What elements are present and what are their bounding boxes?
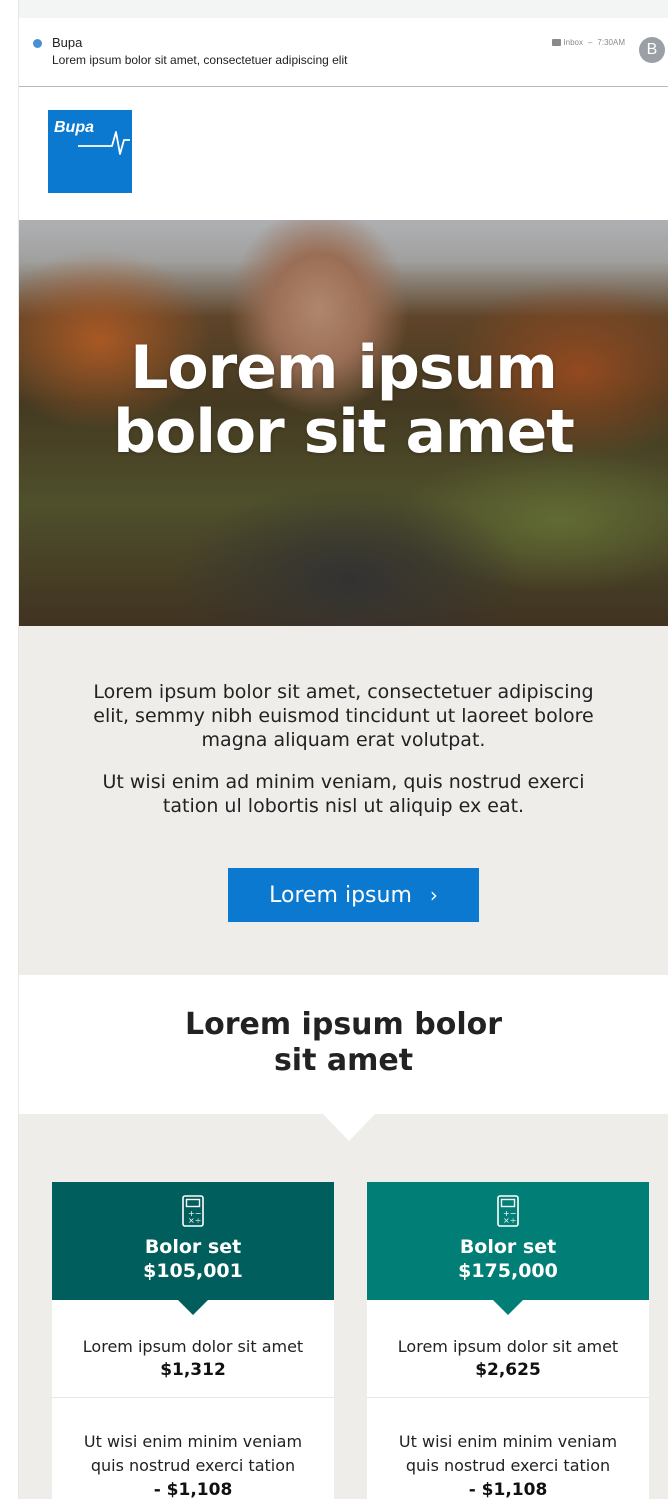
plan-card-row: Lorem ipsum dolor sit amet $1,312 bbox=[52, 1318, 334, 1398]
cta-button[interactable]: Lorem ipsum › bbox=[228, 868, 479, 922]
top-strip bbox=[0, 0, 668, 18]
plan-row-label: Ut wisi enim minim veniam quis nostrud e… bbox=[83, 1432, 303, 1475]
hero-banner: Lorem ipsum bolor sit amet bbox=[19, 220, 668, 626]
intro-paragraph-2: Ut wisi enim ad minim veniam, quis nostr… bbox=[102, 771, 585, 817]
sender-name: Bupa bbox=[52, 35, 83, 50]
chevron-right-icon: › bbox=[429, 883, 438, 907]
plan-card-notch bbox=[493, 1300, 523, 1315]
email-subject: Lorem ipsum bolor sit amet, consectetuer… bbox=[52, 53, 348, 67]
plan-row-value: $1,312 bbox=[160, 1360, 226, 1380]
plan-row-value: - $1,108 bbox=[468, 1480, 548, 1499]
section-heading-line2: sit amet bbox=[273, 1043, 414, 1078]
plan-card-row: Ut wisi enim minim veniam quis nostrud e… bbox=[367, 1398, 649, 1499]
bupa-logo[interactable]: Bupa bbox=[48, 110, 132, 193]
svg-text:×÷: ×÷ bbox=[188, 1216, 201, 1225]
hero-title-line2: bolor sit amet bbox=[113, 397, 575, 467]
section-heading-block: Lorem ipsum bolor sit amet bbox=[19, 975, 668, 1114]
plan-card-title: Bolor set bbox=[459, 1236, 557, 1258]
email-header[interactable]: Bupa Lorem ipsum bolor sit amet, consect… bbox=[19, 18, 668, 87]
cta-label: Lorem ipsum bbox=[269, 882, 412, 908]
plan-card-row: Lorem ipsum dolor sit amet $2,625 bbox=[367, 1318, 649, 1398]
section-heading-line1: Lorem ipsum bolor bbox=[184, 1007, 503, 1042]
unread-indicator bbox=[33, 39, 42, 48]
plan-card-header: +− ×÷ Bolor set $175,000 bbox=[367, 1182, 649, 1300]
plan-card-notch bbox=[178, 1300, 208, 1315]
plan-row-label: Lorem ipsum dolor sit amet bbox=[82, 1337, 304, 1356]
cards-section: +− ×÷ Bolor set $105,001 Lorem ipsum dol… bbox=[19, 1114, 668, 1499]
heartbeat-icon bbox=[78, 131, 130, 155]
logo-area: Bupa bbox=[19, 88, 668, 220]
svg-text:×÷: ×÷ bbox=[503, 1216, 516, 1225]
plan-card-amount: $175,000 bbox=[458, 1260, 558, 1282]
calculator-icon: +− ×÷ bbox=[497, 1195, 519, 1227]
section-heading: Lorem ipsum bolor sit amet bbox=[19, 1007, 668, 1079]
intro-paragraph-1: Lorem ipsum bolor sit amet, consectetuer… bbox=[93, 681, 594, 751]
plan-card-header: +− ×÷ Bolor set $105,001 bbox=[52, 1182, 334, 1300]
email-meta: Inbox – 7:30AM bbox=[552, 38, 625, 47]
email-viewer: Bupa Lorem ipsum bolor sit amet, consect… bbox=[0, 0, 668, 1499]
intro-section: Lorem ipsum bolor sit amet, consectetuer… bbox=[19, 626, 668, 975]
meta-separator: – bbox=[587, 38, 593, 47]
plan-row-value: $2,625 bbox=[475, 1360, 541, 1380]
folder-icon bbox=[552, 39, 562, 46]
plan-row-label: Lorem ipsum dolor sit amet bbox=[397, 1337, 619, 1356]
plan-row-value: - $1,108 bbox=[153, 1480, 233, 1499]
left-gutter bbox=[0, 0, 19, 1499]
folder-name: Inbox bbox=[563, 38, 583, 47]
plan-card-amount: $105,001 bbox=[143, 1260, 243, 1282]
email-time: 7:30AM bbox=[597, 38, 625, 47]
plan-card[interactable]: +− ×÷ Bolor set $175,000 Lorem ipsum dol… bbox=[367, 1182, 649, 1499]
plan-card-title: Bolor set bbox=[144, 1236, 242, 1258]
plan-card-row: Ut wisi enim minim veniam quis nostrud e… bbox=[52, 1398, 334, 1499]
hero-title: Lorem ipsum bolor sit amet bbox=[19, 336, 668, 464]
plan-row-label: Ut wisi enim minim veniam quis nostrud e… bbox=[398, 1432, 618, 1475]
avatar[interactable]: B bbox=[639, 37, 665, 63]
hero-title-line1: Lorem ipsum bbox=[130, 333, 558, 403]
section-notch bbox=[323, 1114, 375, 1141]
calculator-icon: +− ×÷ bbox=[182, 1195, 204, 1227]
plan-card[interactable]: +− ×÷ Bolor set $105,001 Lorem ipsum dol… bbox=[52, 1182, 334, 1499]
